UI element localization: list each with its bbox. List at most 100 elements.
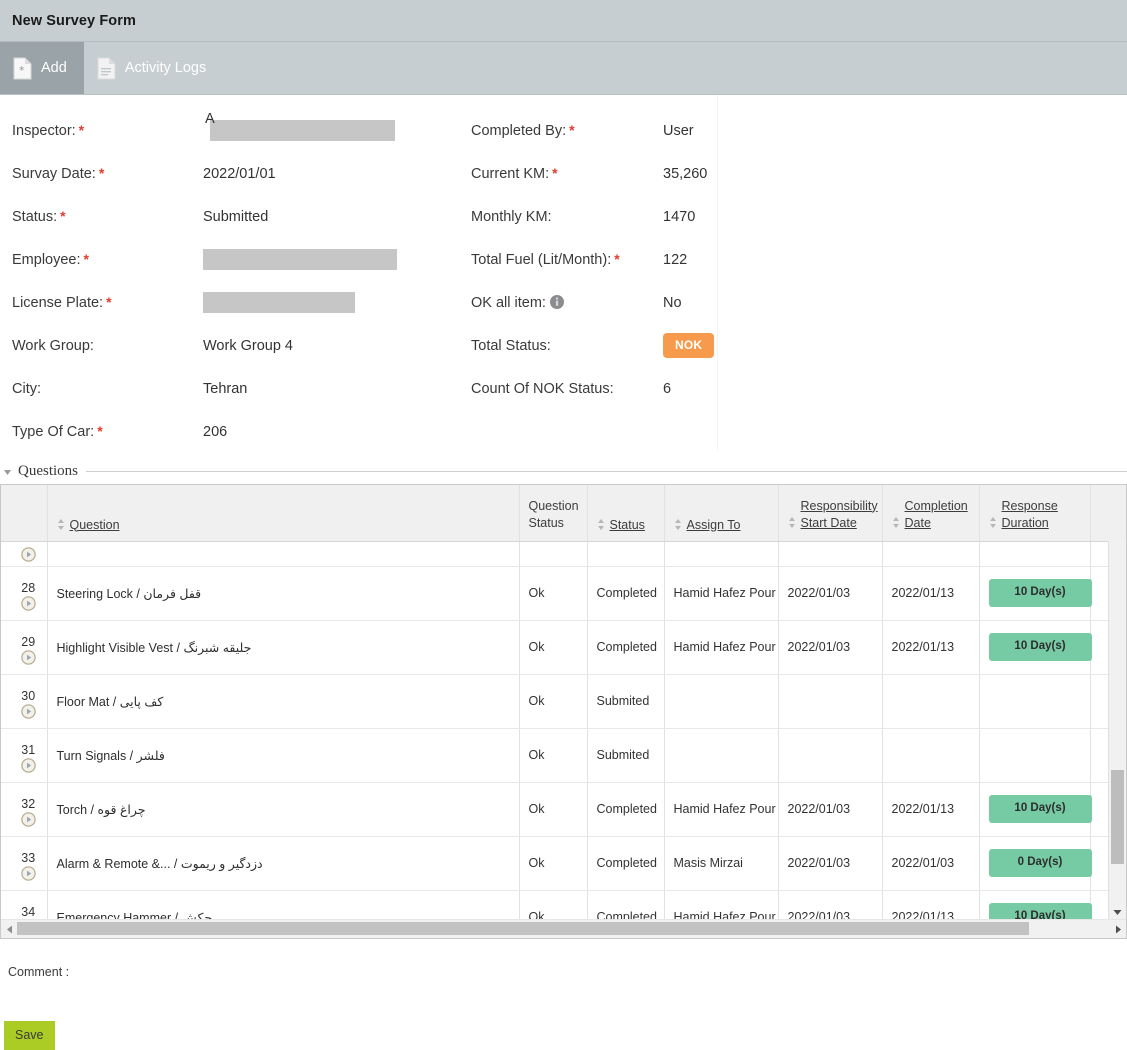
col-header-completion-date[interactable]: Completion Date (882, 485, 979, 541)
row-number: 30 (10, 683, 47, 703)
field-status: Status:* Submitted (12, 195, 462, 238)
cell-responsibility-start-date (778, 541, 882, 566)
cell-assign-to: Hamid Hafez Pour (664, 566, 778, 620)
field-monthly-km-label: Monthly KM: (471, 209, 663, 225)
col-header-completion-line1: Completion (892, 498, 968, 515)
collapse-caret-icon[interactable] (2, 466, 13, 477)
cell-status: Completed (587, 836, 664, 890)
field-survay-date-value: 2022/01/01 (203, 166, 276, 182)
cell-question-status: Ok (519, 566, 587, 620)
col-header-question[interactable]: Question (47, 485, 519, 541)
cell-question (47, 541, 519, 566)
field-employee-value (203, 249, 397, 270)
cell-status: Completed (587, 566, 664, 620)
grid-horizontal-scrollbar[interactable] (1, 919, 1126, 938)
scroll-down-arrow-icon[interactable] (1109, 905, 1126, 920)
tab-activity-logs[interactable]: Activity Logs (84, 42, 223, 94)
table-header-row: Question Question Status (1, 485, 1127, 541)
field-ok-all-item-label: OK all item: (471, 295, 663, 311)
field-ok-all-item-value: No (663, 295, 682, 311)
scroll-right-arrow-icon[interactable] (1110, 920, 1126, 938)
table-row[interactable]: 31Turn Signals / فلشرOkSubmited (1, 728, 1127, 782)
row-expand-cell[interactable] (1, 541, 47, 566)
table-row[interactable]: 29Highlight Visible Vest / جلیقه شبرنگOk… (1, 620, 1127, 674)
row-expand-cell[interactable]: 29 (1, 620, 47, 674)
svg-text:*: * (19, 64, 25, 77)
col-header-question-status-line2: Status (529, 515, 587, 532)
table-row[interactable]: 32Torch / چراغ قوهOkCompletedHamid Hafez… (1, 782, 1127, 836)
field-city-value: Tehran (203, 381, 247, 397)
row-number: 32 (10, 791, 47, 811)
table-row[interactable]: 33Alarm & Remote &... / دزدگیر و ریموتOk… (1, 836, 1127, 890)
required-marker: * (60, 208, 65, 224)
cell-responsibility-start-date (778, 728, 882, 782)
row-expand-cell[interactable]: 32 (1, 782, 47, 836)
col-header-question-label: Question (70, 518, 120, 532)
table-row[interactable] (1, 541, 1127, 566)
row-expand-cell[interactable]: 33 (1, 836, 47, 890)
col-header-status-label: Status (610, 518, 645, 532)
field-total-fuel: Total Fuel (Lit/Month):* 122 (471, 238, 721, 281)
cell-response-duration (979, 728, 1090, 782)
row-number: 28 (10, 575, 47, 595)
cell-completion-date: 2022/01/13 (882, 566, 979, 620)
field-inspector: Inspector:* A (12, 109, 462, 152)
col-header-status[interactable]: Status (587, 485, 664, 541)
col-header-response-duration[interactable]: Response Duration (979, 485, 1090, 541)
grid-horizontal-scroll-thumb[interactable] (17, 922, 1029, 935)
col-header-assign-to[interactable]: Assign To (664, 485, 778, 541)
col-header-responsibility-start-date[interactable]: Responsibility Start Date (778, 485, 882, 541)
cell-responsibility-start-date (778, 674, 882, 728)
cell-completion-date: 2022/01/03 (882, 836, 979, 890)
cell-question: Floor Mat / کف پایی (47, 674, 519, 728)
field-work-group-label: Work Group: (12, 338, 203, 354)
info-icon[interactable] (550, 295, 564, 309)
tab-add[interactable]: * Add (0, 42, 84, 94)
questions-grid: Question Question Status (0, 484, 1127, 939)
save-button[interactable]: Save (4, 1021, 55, 1050)
cell-completion-date (882, 541, 979, 566)
cell-question: Turn Signals / فلشر (47, 728, 519, 782)
form-column-right: Completed By:* User Current KM:* 35,260 … (471, 109, 721, 410)
field-inspector-label: Inspector:* (12, 122, 203, 139)
cell-response-duration: 10 Day(s) (979, 566, 1090, 620)
cell-question-status: Ok (519, 620, 587, 674)
grid-vertical-scroll-thumb[interactable] (1111, 770, 1124, 864)
grid-vertical-scrollbar[interactable] (1108, 541, 1126, 920)
field-work-group-value: Work Group 4 (203, 338, 293, 354)
col-header-actions (1090, 485, 1127, 541)
col-header-question-status: Question Status (519, 485, 587, 541)
questions-legend-label: Questions (18, 463, 86, 480)
sort-arrows-icon (674, 518, 682, 531)
document-lines-icon (97, 57, 116, 80)
field-total-status-label: Total Status: (471, 338, 663, 354)
row-expand-cell[interactable]: 28 (1, 566, 47, 620)
cell-status: Completed (587, 620, 664, 674)
table-row[interactable]: 30Floor Mat / کف پاییOkSubmited (1, 674, 1127, 728)
redacted-block (203, 292, 355, 313)
table-row[interactable]: 28Steering Lock / قفل فرمانOkCompletedHa… (1, 566, 1127, 620)
tab-activity-logs-label: Activity Logs (125, 60, 206, 76)
scroll-left-arrow-icon[interactable] (1, 920, 17, 938)
row-number: 34 (10, 899, 47, 919)
cell-completion-date: 2022/01/13 (882, 620, 979, 674)
field-current-km: Current KM:* 35,260 (471, 152, 721, 195)
comment-label: Comment : (8, 965, 1127, 979)
sort-arrows-icon (989, 516, 997, 529)
field-inspector-value: A (203, 120, 395, 141)
cell-response-duration: 10 Day(s) (979, 782, 1090, 836)
redacted-block (203, 249, 397, 270)
cell-assign-to (664, 541, 778, 566)
sort-arrows-icon (57, 518, 65, 531)
tab-toolbar: * Add Activity Logs (0, 42, 1127, 95)
response-duration-badge: 0 Day(s) (989, 849, 1092, 877)
cell-responsibility-start-date: 2022/01/03 (778, 836, 882, 890)
cell-responsibility-start-date: 2022/01/03 (778, 566, 882, 620)
row-expand-cell[interactable]: 30 (1, 674, 47, 728)
cell-question: Steering Lock / قفل فرمان (47, 566, 519, 620)
field-status-label: Status:* (12, 208, 203, 225)
response-duration-badge: 10 Day(s) (989, 633, 1092, 661)
row-expand-cell[interactable]: 31 (1, 728, 47, 782)
field-completed-by: Completed By:* User (471, 109, 721, 152)
window-titlebar: New Survey Form (0, 0, 1127, 42)
